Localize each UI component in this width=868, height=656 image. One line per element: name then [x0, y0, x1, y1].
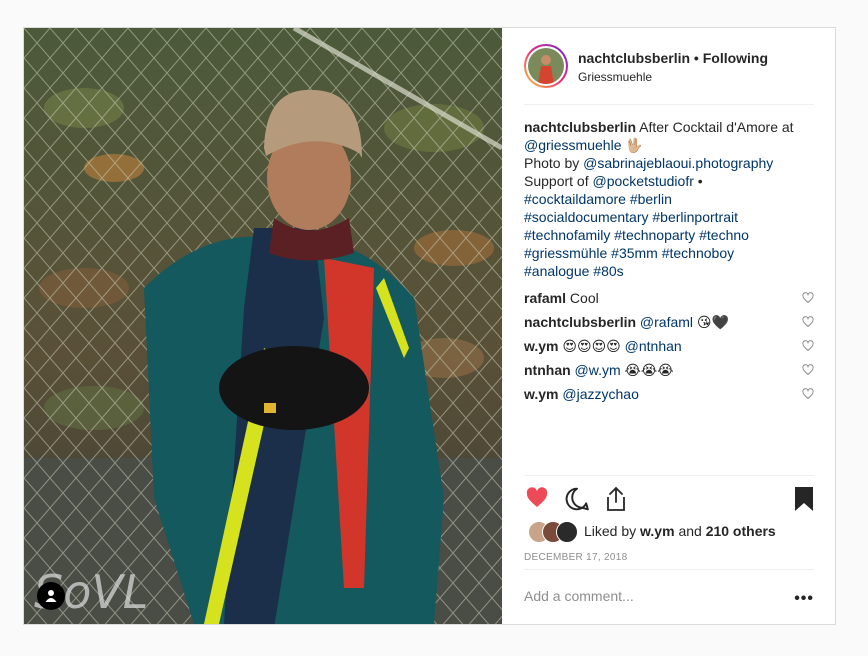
- comments-section: nachtclubsberlin After Cocktail d'Amore …: [524, 118, 814, 406]
- caption-hashtags[interactable]: #socialdocumentary #berlinportrait: [524, 209, 738, 225]
- comment-input[interactable]: [524, 588, 764, 604]
- post-caption: nachtclubsberlin After Cocktail d'Amore …: [524, 118, 814, 280]
- comment-mention[interactable]: @rafaml: [640, 314, 693, 330]
- photo-illustration: SoVL: [24, 28, 502, 624]
- comment-item: w.ym @jazzychao: [524, 382, 814, 406]
- caption-text: After Cocktail d'Amore at: [639, 119, 794, 135]
- heart-outline-icon[interactable]: [802, 292, 814, 304]
- heart-filled-icon[interactable]: [524, 486, 550, 510]
- post-card: SoVL nachtclubsberlin • Following Griess…: [23, 27, 836, 625]
- caption-mention[interactable]: @sabrinajeblaoui.photography: [583, 155, 773, 171]
- comment-item: w.ym 😍😍😍😍 @ntnhan: [524, 334, 814, 358]
- add-comment-bar: •••: [524, 569, 814, 626]
- location-link[interactable]: Griessmuehle: [578, 70, 652, 84]
- speech-bubble-icon[interactable]: [564, 486, 590, 512]
- post-date[interactable]: DECEMBER 17, 2018: [524, 552, 627, 563]
- comment-username[interactable]: w.ym: [524, 386, 559, 402]
- caption-hashtags[interactable]: #analogue #80s: [524, 263, 624, 279]
- comment-emoji: 😘🖤: [696, 314, 729, 330]
- caption-emoji: 🖖🏼: [625, 137, 643, 153]
- post-details-panel: nachtclubsberlin • Following Griessmuehl…: [502, 28, 837, 624]
- caption-bullet: •: [697, 173, 703, 189]
- post-author-username[interactable]: nachtclubsberlin: [578, 50, 690, 66]
- user-tag-button[interactable]: [37, 582, 65, 610]
- bookmark-filled-icon[interactable]: [794, 486, 814, 512]
- comment-emoji: 😭😭😭: [624, 362, 674, 378]
- caption-text: Support of: [524, 173, 589, 189]
- comment-mention[interactable]: @ntnhan: [625, 338, 682, 354]
- following-button[interactable]: Following: [703, 50, 768, 66]
- heart-outline-icon[interactable]: [802, 388, 814, 400]
- avatar-image: [528, 48, 564, 84]
- comment-mention[interactable]: @jazzychao: [562, 386, 638, 402]
- likes-user[interactable]: w.ym: [640, 523, 675, 539]
- heart-outline-icon[interactable]: [802, 316, 814, 328]
- likes-and: and: [678, 523, 702, 539]
- comment-username[interactable]: nachtclubsberlin: [524, 314, 636, 330]
- heart-outline-icon[interactable]: [802, 364, 814, 376]
- comment-item: rafaml Cool: [524, 286, 814, 310]
- avatar[interactable]: [524, 44, 568, 88]
- caption-hashtags[interactable]: #griessmühle #35mm #technoboy: [524, 245, 734, 261]
- caption-text: Photo by: [524, 155, 580, 171]
- share-icon[interactable]: [604, 486, 628, 512]
- more-options-button[interactable]: •••: [794, 590, 814, 608]
- comment-item: nachtclubsberlin @rafaml 😘🖤: [524, 310, 814, 334]
- likes-count[interactable]: 210 others: [706, 523, 776, 539]
- comment-emoji: 😍😍😍😍: [562, 338, 621, 354]
- comment-item: ntnhan @w.ym 😭😭😭: [524, 358, 814, 382]
- comment-username[interactable]: rafaml: [524, 290, 566, 306]
- caption-mention[interactable]: @pocketstudiofr: [593, 173, 694, 189]
- user-tag-icon: [45, 590, 57, 602]
- comment-username[interactable]: ntnhan: [524, 362, 571, 378]
- post-header: nachtclubsberlin • Following Griessmuehl…: [524, 44, 814, 105]
- likes-row: Liked by w.ym and 210 others: [524, 521, 814, 543]
- likes-prefix: Liked by: [584, 523, 637, 539]
- post-photo[interactable]: SoVL: [24, 28, 502, 624]
- comment-mention[interactable]: @w.ym: [575, 362, 621, 378]
- action-bar: [524, 475, 814, 524]
- avatar[interactable]: [556, 521, 578, 543]
- caption-username[interactable]: nachtclubsberlin: [524, 119, 636, 135]
- comment-username[interactable]: w.ym: [524, 338, 559, 354]
- caption-hashtags[interactable]: #cocktaildamore #berlin: [524, 191, 672, 207]
- comment-text: Cool: [569, 290, 599, 306]
- caption-hashtags[interactable]: #technofamily #technoparty #techno: [524, 227, 749, 243]
- caption-mention[interactable]: @griessmuehle: [524, 137, 621, 153]
- heart-outline-icon[interactable]: [802, 340, 814, 352]
- header-separator: •: [693, 50, 699, 66]
